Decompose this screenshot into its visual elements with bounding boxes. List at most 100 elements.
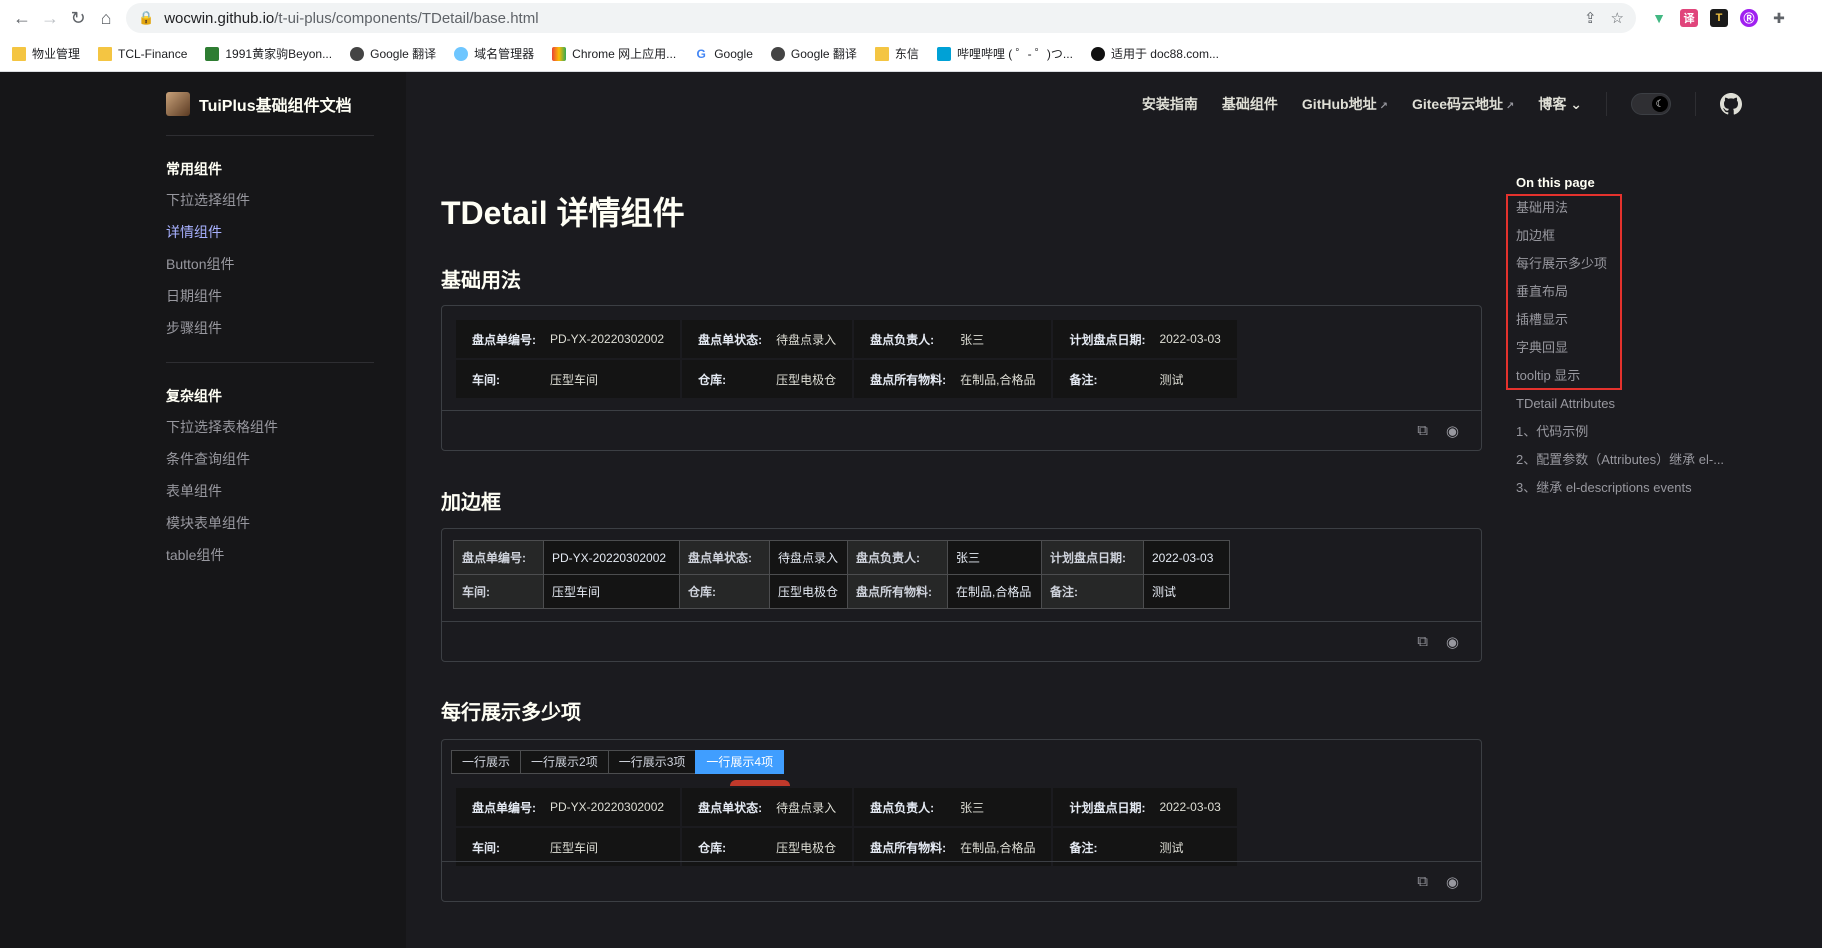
field-label: 计划盘点日期:: [1051, 786, 1156, 828]
detail-table-bordered: 盘点单编号: PD-YX-20220302002 盘点单状态: 待盘点录入 盘点负责…: [453, 540, 1230, 609]
field-value: 2022-03-03: [1155, 318, 1239, 360]
globe-icon: [350, 46, 365, 61]
eye-icon[interactable]: ◉: [1446, 873, 1459, 891]
bookmark-item[interactable]: 东信: [874, 45, 919, 62]
demo-toolbar: ⧉ ◉: [442, 861, 1481, 901]
field-label: 盘点单编号:: [454, 318, 546, 360]
external-link-icon: ↗: [1505, 101, 1515, 112]
field-value: 2022-03-03: [1143, 540, 1230, 575]
bookmark-item[interactable]: 域名管理器: [454, 45, 534, 62]
forward-icon[interactable]: →: [36, 4, 64, 32]
radio-one-per-row[interactable]: 一行展示: [451, 750, 522, 774]
field-label: 车间:: [454, 358, 546, 400]
sidebar-item-date[interactable]: 日期组件: [166, 280, 374, 312]
folder-icon: [12, 46, 26, 61]
column-count-radio-group: 一行展示 一行展示2项 一行展示3项 一行展示4项: [451, 750, 785, 774]
theme-toggle[interactable]: ☾: [1631, 93, 1671, 115]
address-bar[interactable]: 🔒 wocwin.github.io /t-ui-plus/components…: [126, 3, 1636, 33]
table-row: 车间: 压型车间 仓库: 压型电极仓 盘点所有物料: 在制品,合格品 备注: 测试: [454, 358, 1239, 400]
radio-two-per-row[interactable]: 一行展示2项: [520, 750, 609, 774]
field-value: 待盘点录入: [772, 318, 855, 360]
moon-icon: ☾: [1652, 96, 1668, 112]
bookmark-item[interactable]: Google 翻译: [770, 45, 857, 62]
bookmark-item[interactable]: 适用于 doc88.com...: [1090, 45, 1219, 62]
bookmark-item[interactable]: TCL-Finance: [98, 46, 187, 61]
puzzle-icon[interactable]: ✚: [1770, 9, 1788, 27]
vue-devtools-icon[interactable]: ▼: [1650, 9, 1668, 27]
home-icon[interactable]: ⌂: [92, 4, 120, 32]
sidebar-item-button[interactable]: Button组件: [166, 248, 374, 280]
eye-icon[interactable]: ◉: [1446, 633, 1459, 651]
field-value: PD-YX-20220302002: [543, 540, 680, 575]
copy-icon[interactable]: ⧉: [1417, 633, 1428, 650]
bookmark-item[interactable]: 哔哩哔哩 ( ゜- ゜)つ...: [936, 45, 1073, 62]
github-icon[interactable]: [1720, 93, 1742, 115]
sidebar-item-select-table[interactable]: 下拉选择表格组件: [166, 411, 374, 443]
field-label: 盘点负责人:: [847, 540, 948, 575]
sidebar-item-detail[interactable]: 详情组件: [166, 216, 374, 248]
field-label: 盘点单状态:: [679, 540, 770, 575]
browser-chrome: ← → ↻ ⌂ 🔒 wocwin.github.io /t-ui-plus/co…: [0, 0, 1822, 72]
chrome-store-icon: [552, 46, 567, 61]
nav-github[interactable]: GitHub地址 ↗: [1302, 94, 1388, 114]
sidebar-group-common: 常用组件 下拉选择组件 详情组件 Button组件 日期组件 步骤组件: [166, 136, 374, 363]
bookmark-item[interactable]: G Google: [694, 46, 753, 61]
nav-blog[interactable]: 博客 ⌄: [1538, 94, 1582, 114]
field-value: 测试: [1143, 574, 1230, 609]
copy-icon[interactable]: ⧉: [1417, 422, 1428, 439]
table-row: 盘点单编号: PD-YX-20220302002 盘点单状态: 待盘点录入 盘点负责…: [454, 318, 1239, 360]
field-label: 盘点所有物料:: [852, 358, 957, 400]
top-nav: 安装指南 基础组件 GitHub地址 ↗ Gitee码云地址 ↗ 博客 ⌄ ☾: [406, 72, 1822, 136]
profile-extension-icon[interactable]: Ⓡ: [1740, 9, 1758, 27]
table-of-contents: On this page 基础用法 加边框 每行展示多少项 垂直布局 插槽显示 …: [1506, 172, 1746, 502]
bilibili-icon: [936, 46, 951, 61]
bookmark-item[interactable]: Google 翻译: [350, 45, 436, 62]
section-border-title: 加边框: [441, 492, 501, 514]
sidebar-item-table[interactable]: table组件: [166, 539, 374, 571]
sidebar-item-select[interactable]: 下拉选择组件: [166, 184, 374, 216]
nav-install[interactable]: 安装指南: [1142, 94, 1198, 114]
field-label: 盘点负责人:: [852, 318, 957, 360]
field-value: 待盘点录入: [772, 786, 855, 828]
globe-icon: [770, 46, 785, 61]
bookmark-item[interactable]: Chrome 网上应用...: [552, 45, 676, 62]
site-title: TuiPlus基础组件文档: [199, 97, 352, 115]
site-logo[interactable]: TuiPlus基础组件文档: [166, 72, 374, 136]
copy-icon[interactable]: ⧉: [1417, 873, 1428, 890]
nav-components[interactable]: 基础组件: [1222, 94, 1278, 114]
reload-icon[interactable]: ↻: [64, 4, 92, 32]
toc-item[interactable]: 2、配置参数（Attributes）继承 el-...: [1516, 446, 1746, 474]
radio-three-per-row[interactable]: 一行展示3项: [607, 750, 697, 774]
toc-item[interactable]: TDetail Attributes: [1516, 390, 1746, 418]
nav-divider: [1695, 92, 1696, 116]
lock-icon: 🔒: [138, 10, 155, 25]
text-extension-icon[interactable]: T: [1710, 9, 1728, 27]
demo-basic: 盘点单编号: PD-YX-20220302002 盘点单状态: 待盘点录入 盘点负责…: [441, 305, 1482, 451]
section-basic-title: 基础用法: [441, 270, 521, 292]
radio-four-per-row[interactable]: 一行展示4项: [695, 750, 785, 774]
field-label: 盘点所有物料:: [847, 574, 948, 609]
bookmark-star-icon[interactable]: ☆: [1611, 9, 1624, 27]
address-row: ← → ↻ ⌂ 🔒 wocwin.github.io /t-ui-plus/co…: [0, 0, 1822, 36]
field-label: 备注:: [1051, 358, 1156, 400]
back-icon[interactable]: ←: [8, 4, 36, 32]
toc-item[interactable]: 3、继承 el-descriptions events: [1516, 474, 1746, 502]
sidebar-group-complex: 复杂组件 下拉选择表格组件 条件查询组件 表单组件 模块表单组件 table组件: [166, 363, 374, 589]
sidebar-item-query[interactable]: 条件查询组件: [166, 443, 374, 475]
sidebar-item-steps[interactable]: 步骤组件: [166, 312, 374, 344]
field-label: 计划盘点日期:: [1051, 318, 1156, 360]
sidebar-item-module-form[interactable]: 模块表单组件: [166, 507, 374, 539]
bookmark-item[interactable]: 1991黄家驹Beyon...: [205, 45, 332, 62]
nav-gitee[interactable]: Gitee码云地址 ↗: [1412, 94, 1514, 114]
demo-border: 盘点单编号: PD-YX-20220302002 盘点单状态: 待盘点录入 盘点负责…: [441, 528, 1482, 662]
bookmarks-bar: 物业管理 TCL-Finance 1991黄家驹Beyon... Google …: [0, 36, 1822, 71]
translate-extension-icon[interactable]: 译: [1680, 9, 1698, 27]
field-label: 盘点单状态:: [680, 318, 773, 360]
extensions: ▼ 译 T Ⓡ ✚: [1650, 9, 1788, 27]
eye-icon[interactable]: ◉: [1446, 422, 1459, 440]
sidebar-item-form[interactable]: 表单组件: [166, 475, 374, 507]
bookmark-item[interactable]: 物业管理: [12, 45, 80, 62]
share-icon[interactable]: ⇪: [1584, 9, 1597, 27]
toc-item[interactable]: 1、代码示例: [1516, 418, 1746, 446]
table-row: 盘点单编号: PD-YX-20220302002 盘点单状态: 待盘点录入 盘点负责…: [454, 786, 1239, 828]
